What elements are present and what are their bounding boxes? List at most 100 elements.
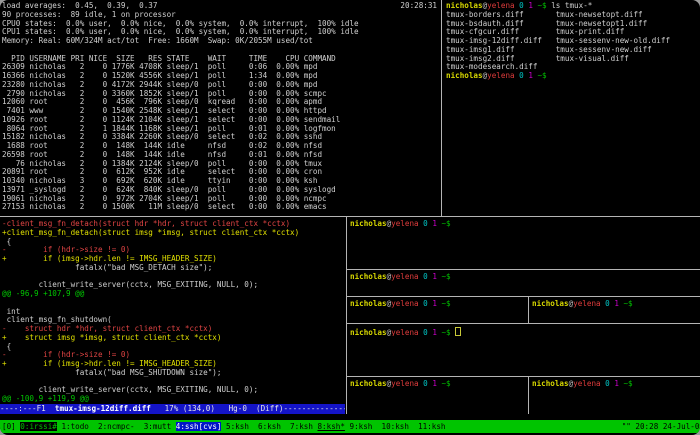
prompt-symbol: ~$ [619,380,633,388]
process-row: 19061 nicholas 2 0 972K 2704K sleep/1 po… [2,195,441,204]
prompt-num0: 0 [515,72,524,80]
prompt-symbol: ~$ [437,328,451,336]
pane-border-v-row3[interactable] [528,296,529,323]
terminal-cursor [455,327,461,336]
file-list: tmux-borders.diff tmux-newsetopt.diff tmu… [446,11,700,72]
process-row: 27153 nicholas 2 0 1500K 11M sleep/0 sel… [2,203,441,212]
prompt-num0: 0 [419,300,428,308]
diff-line: -client_msg_fn_detach(struct hdr *hdr, s… [2,220,345,229]
prompt-symbol: ~$ [437,273,451,281]
window-item[interactable]: 5:ksh 6:ksh 7:ksh [221,422,317,431]
pane-border-vertical-top[interactable] [441,0,442,216]
file-list-line: tmux-cfgcur.diff tmux-print.diff [446,28,700,37]
diff-line: client_write_server(cctx, MSG_EXITING, N… [2,386,345,395]
process-row: 10926 root 2 0 1124K 2104K sleep/1 selec… [2,116,441,125]
pane-shell-2[interactable]: nicholas@yelena 0 1 ~$ [348,271,700,295]
prompt-host: yelena [391,220,418,228]
diff-line: @@ -100,9 +119,9 @@ [2,395,345,404]
shell-prompt: nicholas@yelena 0 1 ~$ [532,300,700,309]
file-list-line: tmux-imsg1.diff tmux-sessenv-new.diff [446,46,700,55]
prompt-num0: 0 [601,380,610,388]
prompt-num1: 1 [428,380,437,388]
pane-shell-1[interactable]: nicholas@yelena 0 1 ~$ [348,218,700,268]
prompt-user: nicholas [350,380,387,388]
prompt-num1: 1 [610,380,619,388]
diff-line: fatalx("bad MSG_SHUTDOWN size"); [2,369,345,378]
process-row: 7401 www 2 0 1540K 2548K sleep/1 select … [2,107,441,116]
diff-line: client_msg_fn_shutdown( [2,316,345,325]
top-info-block: load averages: 0.45, 0.39, 0.3790 proces… [2,2,441,46]
pane-border-horizontal-main[interactable] [0,216,700,217]
process-row: 76 nicholas 2 0 1384K 2124K sleep/0 poll… [2,160,441,169]
pane-shell-ls[interactable]: nicholas@yelena 0 1 ~$ ls tmux-* tmux-bo… [444,0,700,215]
process-row: 23280 nicholas 2 0 4172K 2944K sleep/0 p… [2,81,441,90]
process-row: 26309 nicholas 2 0 1776K 4708K sleep/1 p… [2,63,441,72]
pane-shell-3-right[interactable]: nicholas@yelena 0 1 ~$ [530,298,700,322]
prompt-num1: 1 [610,300,619,308]
prompt-host: yelena [391,273,418,281]
prompt-num1: 1 [428,328,437,336]
window-item[interactable]: 9:ksh 10:ksh 11:ksh [345,422,446,431]
diff-line: + struct imsg *imsg, struct client_ctx *… [2,334,345,343]
process-row: 1688 root 2 0 148K 144K idle nfsd 0:02 0… [2,142,441,151]
pane-border-v-row5[interactable] [528,376,529,414]
process-row: 16366 nicholas 2 0 1520K 4556K sleep/1 p… [2,72,441,81]
prompt-symbol: ~$ [437,300,451,308]
top-info-line: CPU1 states: 0.0% user, 0.0% nice, 0.0% … [2,28,441,37]
process-row: 15182 nicholas 2 0 3384K 2260K sleep/0 s… [2,133,441,142]
process-row: 13971 _syslogd 2 0 624K 840K sleep/0 pol… [2,186,441,195]
process-table: 26309 nicholas 2 0 1776K 4708K sleep/1 p… [2,63,441,212]
diff-line: @@ -96,9 +107,9 @@ [2,290,345,299]
prompt-symbol: ~$ [437,220,451,228]
pane-emacs-diff[interactable]: -client_msg_fn_detach(struct hdr *hdr, s… [0,218,345,414]
diff-line [2,378,345,387]
pane-border-h1[interactable] [346,269,700,270]
pane-shell-active[interactable]: nicholas@yelena 0 1 ~$ [348,325,700,375]
blank-line [2,46,441,55]
prompt-user: nicholas [350,328,387,336]
prompt-user: nicholas [446,72,483,80]
window-list: [0] 0:irssi# 1:todo 2:ncmpc- 3:mutt 4:ss… [2,420,446,433]
prompt-host: yelena [391,300,418,308]
pane-shell-3-left[interactable]: nicholas@yelena 0 1 ~$ [348,298,526,322]
prompt-host: yelena [487,72,514,80]
process-row: 10340 nicholas 3 0 692K 620K idle ttyin … [2,177,441,186]
window-item[interactable]: 0:irssi# [20,422,57,431]
pane-top-monitor[interactable]: 20:28:31 load averages: 0.45, 0.39, 0.37… [0,0,441,215]
diff-line: +client_msg_fn_detach(struct imsg *imsg,… [2,229,345,238]
prompt-symbol: ~$ [533,2,547,10]
process-row: 26598 root 2 0 148K 144K idle nfsd 0:01 … [2,151,441,160]
prompt-num0: 0 [419,380,428,388]
window-item[interactable]: 8:ksh* [317,422,344,431]
diff-line: + if (imsg->hdr.len != IMSG_HEADER_SIZE) [2,360,345,369]
pane-border-h4[interactable] [346,376,700,377]
prompt-user: nicholas [350,273,387,281]
pane-border-vertical-bottom[interactable] [346,216,347,414]
tmux-status-bar[interactable]: [0] 0:irssi# 1:todo 2:ncmpc- 3:mutt 4:ss… [0,420,700,433]
pane-border-h2[interactable] [346,296,700,297]
top-info-line: load averages: 0.45, 0.39, 0.37 [2,2,441,11]
pane-shell-5-left[interactable]: nicholas@yelena 0 1 ~$ [348,378,526,412]
prompt-symbol: ~$ [619,300,633,308]
process-row: 20891 root 2 0 612K 952K idle select 0:0… [2,168,441,177]
file-list-line: tmux-borders.diff tmux-newsetopt.diff [446,11,700,20]
prompt-num0: 0 [515,2,524,10]
file-list-line: tmux-modesearch.diff [446,63,700,72]
window-item[interactable]: [0] [2,422,20,431]
prompt-num0: 0 [419,220,428,228]
diff-line: - struct hdr *hdr, struct client_ctx *cc… [2,325,345,334]
file-list-line: tmux-imsg-12diff.diff tmux-sessenv-new-o… [446,37,700,46]
window-item[interactable]: 1:todo 2:ncmpc- 3:mutt [57,422,176,431]
shell-prompt: nicholas@yelena 0 1 ~$ [532,380,700,389]
modeline-fill: -------------------------------- [283,404,345,413]
window-item[interactable]: 4:ssh[cvs] [176,422,222,431]
process-row: 8064 root 2 1 1844K 1168K sleep/1 poll 0… [2,125,441,134]
prompt-symbol: ~$ [533,72,547,80]
diff-line: client_write_server(cctx, MSG_EXITING, N… [2,281,345,290]
process-table-header: PID USERNAME PRI NICE SIZE RES STATE WAI… [2,55,441,64]
pane-shell-5-right[interactable]: nicholas@yelena 0 1 ~$ [530,378,700,412]
shell-prompt: nicholas@yelena 0 1 ~$ [350,273,700,282]
shell-prompt: nicholas@yelena 0 1 ~$ [350,300,526,309]
prompt-num0: 0 [419,328,428,336]
pane-border-h3[interactable] [346,323,700,324]
